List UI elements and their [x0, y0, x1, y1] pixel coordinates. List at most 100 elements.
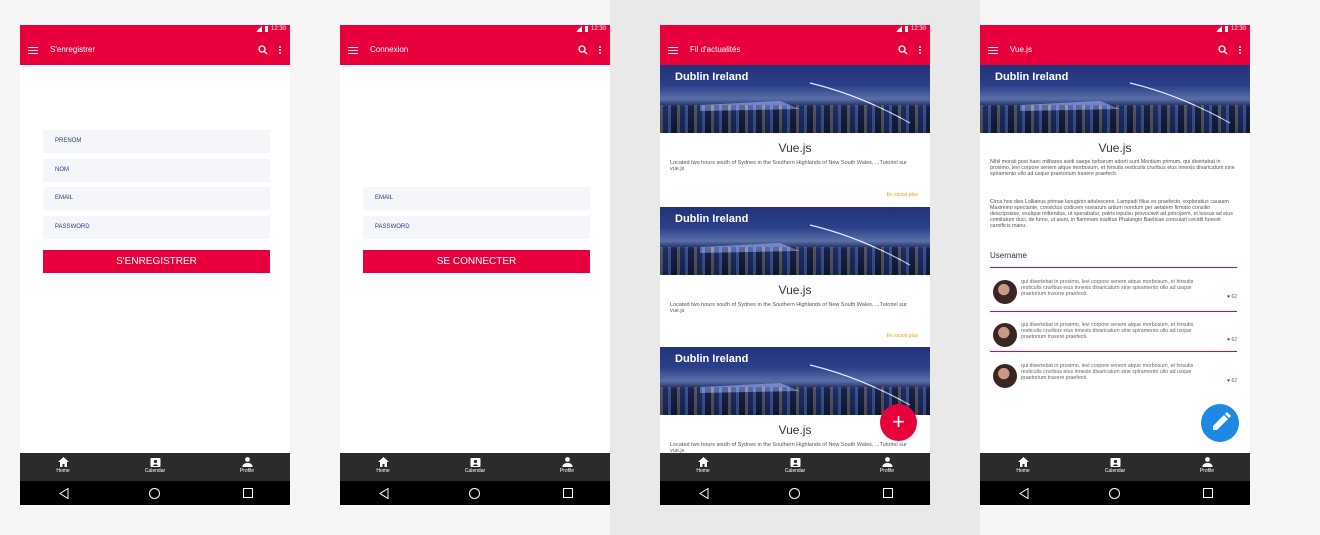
- email-field[interactable]: EMAIL: [43, 187, 270, 210]
- comment-item: qui divertebat in proximo, levi corpore …: [990, 321, 1240, 351]
- search-icon[interactable]: [258, 45, 268, 55]
- more-options-icon[interactable]: [599, 46, 601, 54]
- nav-calendar[interactable]: Calendar: [445, 457, 505, 474]
- signal-icon: [895, 26, 902, 32]
- back-icon[interactable]: [59, 488, 69, 499]
- avatar[interactable]: [993, 323, 1017, 347]
- back-icon[interactable]: [1019, 488, 1029, 499]
- menu-icon[interactable]: [668, 47, 678, 55]
- bottom-navigation: Home Calendar Profile: [980, 453, 1250, 481]
- menu-icon[interactable]: [348, 47, 358, 55]
- nav-label-calendar: Calendar: [144, 468, 166, 474]
- home-circle-icon[interactable]: [789, 488, 800, 499]
- nav-label-calendar: Calendar: [784, 468, 806, 474]
- password-field[interactable]: PASSWORD: [363, 216, 590, 239]
- news-feed-screen: 12:30 Fil d'actualités Dublin Ireland Vu…: [660, 25, 930, 505]
- banner-title: Dublin Ireland: [675, 353, 749, 365]
- read-more-link[interactable]: En savoir plus: [887, 192, 918, 198]
- recent-apps-icon[interactable]: [243, 488, 253, 498]
- nav-label-calendar: Calendar: [1104, 468, 1126, 474]
- banner-title: Dublin Ireland: [675, 213, 749, 225]
- read-more-link[interactable]: En savoir plus: [887, 333, 918, 339]
- avatar[interactable]: [993, 364, 1017, 388]
- register-screen: 12:30 S'enregistrer PRENOM NOM EMAIL PAS…: [20, 25, 290, 505]
- status-bar: 12:30: [980, 25, 1250, 35]
- comments-section-title: Username: [990, 251, 1027, 260]
- password-field[interactable]: PASSWORD: [43, 216, 270, 239]
- nav-calendar[interactable]: Calendar: [1085, 457, 1145, 474]
- avatar[interactable]: [993, 280, 1017, 304]
- signal-icon: [575, 26, 582, 32]
- divider: [990, 311, 1237, 312]
- home-circle-icon[interactable]: [469, 488, 480, 499]
- person-icon: [242, 457, 252, 467]
- status-time: 12:30: [1230, 26, 1246, 32]
- nav-label-profile: Profile: [559, 468, 575, 474]
- heart-icon: ♥: [1227, 378, 1231, 384]
- battery-icon: [904, 26, 908, 32]
- card-banner-image[interactable]: Dublin Ireland: [660, 207, 930, 275]
- more-options-icon[interactable]: [279, 46, 281, 54]
- status-time: 12:30: [270, 26, 286, 32]
- like-count[interactable]: ♥ 62: [1227, 378, 1237, 384]
- status-time: 12:30: [590, 26, 606, 32]
- status-time: 12:30: [910, 26, 926, 32]
- home-icon: [697, 457, 709, 467]
- more-options-icon[interactable]: [1239, 46, 1241, 54]
- like-count[interactable]: ♥ 62: [1227, 294, 1237, 300]
- back-icon[interactable]: [699, 488, 709, 499]
- search-icon[interactable]: [898, 45, 908, 55]
- login-screen: 12:30 Connexion EMAIL PASSWORD SE CONNEC…: [340, 25, 610, 505]
- search-icon[interactable]: [578, 45, 588, 55]
- nav-home[interactable]: Home: [33, 457, 93, 474]
- toolbar-title: S'enregistrer: [50, 45, 96, 54]
- article-paragraph-1: Nihil morati post haec militares avidi s…: [990, 159, 1235, 177]
- register-button[interactable]: S'ENREGISTRER: [43, 250, 270, 273]
- home-circle-icon[interactable]: [149, 488, 160, 499]
- bottom-navigation: Home Calendar Profile: [20, 453, 290, 481]
- comment-item: qui divertebat in proximo, levi corpore …: [990, 278, 1240, 308]
- heart-icon: ♥: [1227, 294, 1231, 300]
- system-navigation: [20, 481, 290, 505]
- signal-icon: [1215, 26, 1222, 32]
- recent-apps-icon[interactable]: [1203, 488, 1213, 498]
- nav-home[interactable]: Home: [673, 457, 733, 474]
- city-lights: [660, 105, 930, 133]
- nav-home[interactable]: Home: [993, 457, 1053, 474]
- heart-icon: ♥: [1227, 337, 1231, 343]
- recent-apps-icon[interactable]: [563, 488, 573, 498]
- nav-home[interactable]: Home: [353, 457, 413, 474]
- recent-apps-icon[interactable]: [883, 488, 893, 498]
- nom-field[interactable]: NOM: [43, 159, 270, 182]
- nav-profile[interactable]: Profile: [1177, 457, 1237, 474]
- comment-text: qui divertebat in proximo, levi corpore …: [1021, 363, 1194, 381]
- back-icon[interactable]: [379, 488, 389, 499]
- status-bar: 12:30: [20, 25, 290, 35]
- system-navigation: [340, 481, 610, 505]
- edit-fab-button[interactable]: [1201, 404, 1239, 442]
- nav-profile[interactable]: Profile: [217, 457, 277, 474]
- menu-icon[interactable]: [28, 47, 38, 55]
- home-circle-icon[interactable]: [1109, 488, 1120, 499]
- system-navigation: [660, 481, 930, 505]
- add-fab-button[interactable]: +: [880, 404, 917, 441]
- prenom-field[interactable]: PRENOM: [43, 130, 270, 153]
- calendar-icon: [150, 458, 160, 467]
- menu-icon[interactable]: [988, 47, 998, 55]
- pencil-icon: [1213, 412, 1231, 430]
- comment-text: qui divertebat in proximo, levi corpore …: [1021, 279, 1194, 297]
- home-icon: [57, 457, 69, 467]
- nav-profile[interactable]: Profile: [857, 457, 917, 474]
- nav-calendar[interactable]: Calendar: [765, 457, 825, 474]
- like-count[interactable]: ♥ 62: [1227, 337, 1237, 343]
- login-button[interactable]: SE CONNECTER: [363, 250, 590, 273]
- nav-calendar[interactable]: Calendar: [125, 457, 185, 474]
- like-value: 62: [1231, 337, 1237, 343]
- email-field[interactable]: EMAIL: [363, 187, 590, 210]
- card-banner-image[interactable]: Dublin Ireland: [660, 65, 930, 133]
- card-banner-image[interactable]: Dublin Ireland: [660, 347, 930, 415]
- comment-item: qui divertebat in proximo, levi corpore …: [990, 362, 1240, 392]
- nav-profile[interactable]: Profile: [537, 457, 597, 474]
- search-icon[interactable]: [1218, 45, 1228, 55]
- more-options-icon[interactable]: [919, 46, 921, 54]
